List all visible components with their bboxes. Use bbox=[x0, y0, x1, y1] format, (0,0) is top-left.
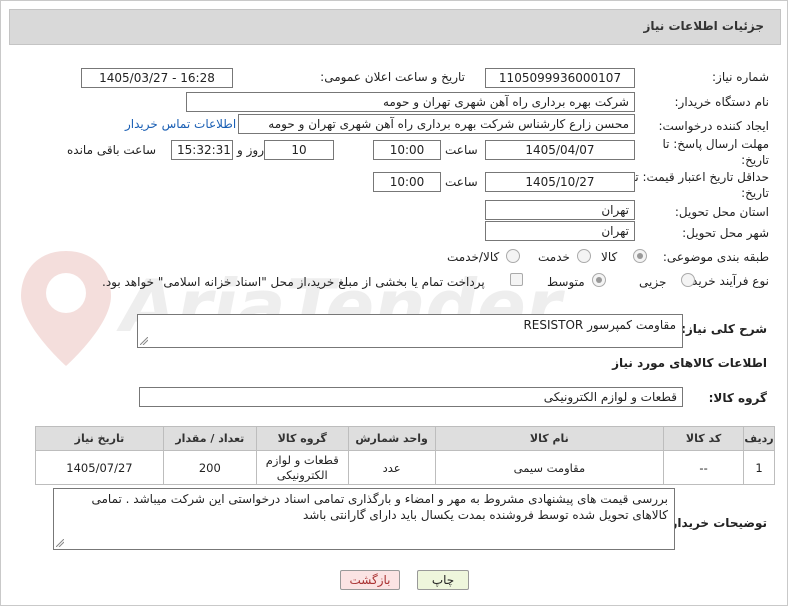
items-table-header-row: ردیف کد کالا نام کالا واحد شمارش گروه کا… bbox=[35, 426, 775, 451]
buyer-notes-textarea[interactable]: بررسی قیمت های پیشنهادی مشروط به مهر و ا… bbox=[53, 488, 675, 550]
buyer-notes-label: توضیحات خریدار: bbox=[665, 516, 767, 530]
goods-group-label: گروه کالا: bbox=[708, 391, 767, 405]
buyer-contact-link[interactable]: اطلاعات تماس خریدار bbox=[125, 117, 236, 131]
col-header-name: نام کالا bbox=[434, 426, 665, 451]
reply-time-field[interactable]: 10:00 bbox=[373, 140, 441, 160]
payment-checkbox[interactable] bbox=[510, 273, 523, 286]
cell-date: 1405/07/27 bbox=[35, 450, 164, 485]
buyer-org-label: نام دستگاه خریدار: bbox=[674, 95, 770, 109]
province-field[interactable]: تهران bbox=[485, 200, 635, 220]
process-label: نوع فرآیند خرید : bbox=[684, 274, 769, 288]
city-label: شهر محل تحویل: bbox=[682, 226, 769, 240]
col-header-group: گروه کالا bbox=[255, 426, 349, 451]
remaining-label: ساعت باقی مانده bbox=[67, 143, 157, 157]
process-radio-medium[interactable] bbox=[592, 273, 606, 287]
days-label: روز و bbox=[237, 143, 264, 157]
cell-row-number: 1 bbox=[743, 450, 775, 485]
table-row[interactable]: 1 -- مقاومت سیمی عدد قطعات و لوازم الکتر… bbox=[35, 450, 775, 485]
remaining-time-field[interactable]: 15:32:31 bbox=[171, 140, 233, 160]
days-field[interactable]: 10 bbox=[264, 140, 334, 160]
col-header-unit: واحد شمارش bbox=[347, 426, 436, 451]
cell-unit: عدد bbox=[347, 450, 436, 485]
reply-date-field[interactable]: 1405/04/07 bbox=[485, 140, 635, 160]
col-header-code: کد کالا bbox=[663, 426, 745, 451]
goods-group-field[interactable]: قطعات و لوازم الکترونیکی bbox=[139, 387, 683, 407]
price-hour-label: ساعت bbox=[445, 175, 478, 189]
announce-label: تاریخ و ساعت اعلان عمومی: bbox=[320, 70, 465, 84]
category-option-both: کالا/خدمت bbox=[447, 250, 500, 264]
col-header-qty: تعداد / مقدار bbox=[162, 426, 257, 451]
creator-label: ایجاد کننده درخواست: bbox=[658, 119, 769, 133]
price-validity-label: حداقل تاریخ اعتبار قیمت: تا تاریخ: bbox=[631, 170, 769, 200]
need-number-label: شماره نیاز: bbox=[712, 70, 769, 84]
process-radio-partial[interactable] bbox=[681, 273, 695, 287]
category-option-goods: کالا bbox=[601, 250, 618, 264]
payment-note: پرداخت تمام یا بخشی از مبلغ خرید،از محل … bbox=[102, 275, 485, 289]
buyer-notes-text: بررسی قیمت های پیشنهادی مشروط به مهر و ا… bbox=[91, 492, 669, 522]
category-option-service: خدمت bbox=[538, 250, 570, 264]
description-text: مقاومت کمپرسور RESISTOR bbox=[523, 318, 676, 332]
resize-grip-icon[interactable] bbox=[56, 539, 64, 547]
process-option-partial: جزیی bbox=[639, 275, 667, 289]
page-title: جزئیات اطلاعات نیاز bbox=[643, 19, 764, 33]
description-label: شرح کلی نیاز: bbox=[681, 322, 767, 336]
back-button[interactable]: بازگشت bbox=[340, 570, 400, 590]
province-label: استان محل تحویل: bbox=[674, 205, 769, 219]
buyer-org-field[interactable]: شرکت بهره برداری راه آهن شهری تهران و حو… bbox=[186, 92, 635, 112]
goods-section-title: اطلاعات کالاهای مورد نیاز bbox=[612, 356, 767, 370]
col-header-row-number: ردیف bbox=[743, 426, 775, 451]
watermark-pin-icon bbox=[21, 251, 111, 366]
cell-code: -- bbox=[663, 450, 745, 485]
reply-deadline-label: مهلت ارسال پاسخ: تا تاریخ: bbox=[662, 137, 769, 167]
resize-grip-icon[interactable] bbox=[140, 337, 148, 345]
category-radio-goods[interactable] bbox=[633, 249, 647, 263]
reply-hour-label: ساعت bbox=[445, 143, 478, 157]
city-field[interactable]: تهران bbox=[485, 221, 635, 241]
category-label: طبقه بندی موضوعی: bbox=[662, 250, 769, 264]
creator-field[interactable]: محسن زارع کارشناس شرکت بهره برداری راه آ… bbox=[238, 114, 635, 134]
cell-qty: 200 bbox=[162, 450, 257, 485]
description-textarea[interactable]: مقاومت کمپرسور RESISTOR bbox=[137, 314, 683, 348]
price-date-field[interactable]: 1405/10/27 bbox=[485, 172, 635, 192]
page-frame: AriaTender.net جزئیات اطلاعات نیاز شماره… bbox=[0, 0, 788, 606]
process-option-medium: متوسط bbox=[547, 275, 585, 289]
cell-name: مقاومت سیمی bbox=[434, 450, 665, 485]
announce-field[interactable]: 1405/03/27 - 16:28 bbox=[81, 68, 233, 88]
print-button[interactable]: چاپ bbox=[417, 570, 469, 590]
category-radio-service[interactable] bbox=[577, 249, 591, 263]
items-table: ردیف کد کالا نام کالا واحد شمارش گروه کا… bbox=[35, 426, 775, 485]
page-header: جزئیات اطلاعات نیاز bbox=[9, 9, 781, 45]
price-time-field[interactable]: 10:00 bbox=[373, 172, 441, 192]
cell-group: قطعات و لوازم الکترونیکی bbox=[255, 450, 349, 485]
category-radio-both[interactable] bbox=[506, 249, 520, 263]
col-header-date: تاریخ نیاز bbox=[35, 426, 164, 451]
need-number-field[interactable]: 1105099936000107 bbox=[485, 68, 635, 88]
